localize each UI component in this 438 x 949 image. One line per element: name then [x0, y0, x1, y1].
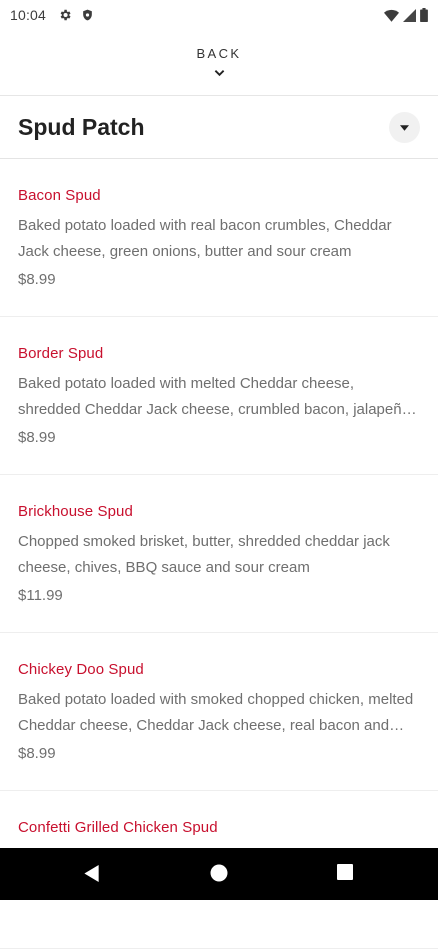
menu-item[interactable]: Brickhouse Spud Chopped smoked brisket, …: [0, 475, 438, 633]
item-description: Baked potato loaded with smoked chopped …: [18, 691, 414, 734]
status-right-icons: [384, 8, 428, 22]
item-price: $11.99: [18, 587, 63, 604]
gear-icon: [58, 8, 72, 22]
back-button[interactable]: BACK: [0, 30, 438, 95]
back-triangle-icon[interactable]: [83, 864, 101, 883]
item-description: Chopped smoked brisket, butter, shredded…: [18, 533, 390, 576]
signal-icon: [403, 8, 416, 22]
item-description: Baked potato loaded with melted Cheddar …: [18, 375, 418, 418]
item-name: Brickhouse Spud: [18, 503, 133, 520]
category-title: Spud Patch: [18, 113, 145, 140]
status-bar: 10:04: [0, 0, 438, 30]
status-left-icons: [58, 8, 94, 22]
home-circle-icon[interactable]: [210, 864, 228, 882]
item-name: Bacon Spud: [18, 187, 101, 204]
item-price: $8.99: [18, 271, 56, 288]
item-name: Chickey Doo Spud: [18, 661, 144, 678]
category-dropdown-button[interactable]: [389, 112, 420, 143]
shield-icon: [81, 8, 94, 22]
wifi-icon: [384, 9, 399, 22]
menu-item[interactable]: Chickey Doo Spud Baked potato loaded wit…: [0, 633, 438, 791]
menu-item[interactable]: Bacon Spud Baked potato loaded with real…: [0, 159, 438, 317]
system-nav-bar: [0, 848, 438, 900]
item-name: Border Spud: [18, 345, 104, 362]
back-label: BACK: [196, 45, 242, 61]
item-price: $8.99: [18, 429, 56, 446]
battery-icon: [420, 8, 428, 22]
chevron-down-icon: [214, 64, 225, 82]
item-name: Confetti Grilled Chicken Spud: [18, 819, 218, 836]
menu-item[interactable]: Border Spud Baked potato loaded with mel…: [0, 317, 438, 475]
status-time: 10:04: [10, 7, 47, 23]
item-price: $8.99: [18, 745, 56, 762]
menu-list: Bacon Spud Baked potato loaded with real…: [0, 159, 438, 949]
recents-square-icon[interactable]: [337, 864, 353, 880]
item-description: Baked potato loaded with real bacon crum…: [18, 217, 392, 260]
caret-down-icon: [400, 124, 409, 131]
category-header: Spud Patch: [0, 96, 438, 158]
